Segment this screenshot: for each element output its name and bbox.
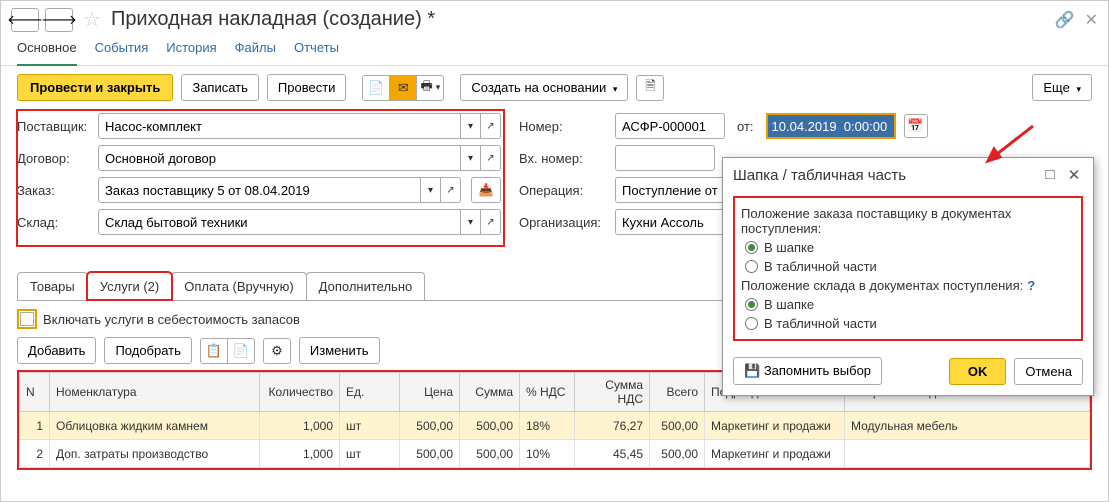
contract-label: Договор: bbox=[17, 151, 92, 166]
col-total[interactable]: Всего bbox=[650, 373, 705, 412]
forward-button[interactable]: 🡒 bbox=[45, 8, 73, 32]
col-qty[interactable]: Количество bbox=[260, 373, 340, 412]
close-icon[interactable]: ✕ bbox=[1085, 10, 1098, 30]
col-vatp[interactable]: % НДС bbox=[520, 373, 575, 412]
attach-icon[interactable]: 📄 bbox=[362, 75, 390, 101]
tab-extra[interactable]: Дополнительно bbox=[306, 272, 426, 300]
col-unit[interactable]: Ед. bbox=[340, 373, 400, 412]
supplier-open-icon[interactable]: ↗ bbox=[481, 113, 501, 139]
settings-icon[interactable]: ⚙ bbox=[263, 338, 291, 364]
tab-payment[interactable]: Оплата (Вручную) bbox=[171, 272, 306, 300]
warehouse-dropdown-icon[interactable]: ▾ bbox=[461, 209, 481, 235]
print-icon[interactable]: 🖶▾ bbox=[416, 75, 444, 101]
back-button[interactable]: 🡐 bbox=[11, 8, 39, 32]
order-label: Заказ: bbox=[17, 183, 92, 198]
order-input[interactable] bbox=[98, 177, 421, 203]
nav-main[interactable]: Основное bbox=[17, 40, 77, 66]
col-n[interactable]: N bbox=[20, 373, 50, 412]
radio-order-header[interactable]: В шапке bbox=[745, 240, 1075, 255]
add-button[interactable]: Добавить bbox=[17, 337, 96, 364]
copy-icon[interactable]: 📋 bbox=[200, 338, 228, 364]
help-icon[interactable]: ? bbox=[1027, 278, 1035, 293]
col-price[interactable]: Цена bbox=[400, 373, 460, 412]
col-nom[interactable]: Номенклатура bbox=[50, 373, 260, 412]
popup-warehouse-position-label: Положение склада в документах поступлени… bbox=[741, 278, 1075, 293]
supplier-input[interactable] bbox=[98, 113, 461, 139]
supplier-label: Поставщик: bbox=[17, 119, 92, 134]
create-based-button[interactable]: Создать на основании ▾ bbox=[460, 74, 628, 101]
extnum-input[interactable] bbox=[615, 145, 715, 171]
radio-warehouse-tabular[interactable]: В табличной части bbox=[745, 316, 1075, 331]
number-input[interactable] bbox=[615, 113, 725, 139]
tab-goods[interactable]: Товары bbox=[17, 272, 88, 300]
include-cost-highlight bbox=[17, 309, 37, 329]
warehouse-input[interactable] bbox=[98, 209, 461, 235]
warehouse-open-icon[interactable]: ↗ bbox=[481, 209, 501, 235]
calendar-icon[interactable]: 📅 bbox=[904, 114, 928, 138]
warehouse-label: Склад: bbox=[17, 215, 92, 230]
col-vats[interactable]: Сумма НДС bbox=[575, 373, 650, 412]
order-fill-icon[interactable]: 📥 bbox=[471, 177, 501, 203]
radio-icon bbox=[745, 317, 758, 330]
supplier-dropdown-icon[interactable]: ▾ bbox=[461, 113, 481, 139]
nav-files[interactable]: Файлы bbox=[235, 40, 276, 55]
tab-services[interactable]: Услуги (2) bbox=[87, 272, 172, 300]
page-title: Приходная накладная (создание) * bbox=[111, 8, 435, 31]
include-cost-checkbox[interactable] bbox=[20, 312, 34, 326]
popup-title: Шапка / табличная часть bbox=[733, 167, 1035, 184]
link-icon[interactable]: 🔗 bbox=[1055, 10, 1075, 30]
nav-history[interactable]: История bbox=[166, 40, 216, 55]
paste-icon[interactable]: 📄 bbox=[227, 338, 255, 364]
cancel-button[interactable]: Отмена bbox=[1014, 358, 1083, 385]
post-and-close-button[interactable]: Провести и закрыть bbox=[17, 74, 173, 101]
post-button[interactable]: Провести bbox=[267, 74, 347, 101]
mail-icon[interactable]: ✉ bbox=[389, 75, 417, 101]
contract-dropdown-icon[interactable]: ▾ bbox=[461, 145, 481, 171]
operation-label: Операция: bbox=[519, 183, 609, 198]
radio-icon bbox=[745, 241, 758, 254]
popup-highlight-box: Положение заказа поставщику в документах… bbox=[733, 196, 1083, 341]
col-sum[interactable]: Сумма bbox=[460, 373, 520, 412]
popup-maximize-icon[interactable]: □ bbox=[1041, 166, 1059, 184]
favorite-icon[interactable]: ☆ bbox=[83, 7, 101, 32]
nav-links: Основное События История Файлы Отчеты bbox=[1, 36, 1108, 66]
nav-events[interactable]: События bbox=[95, 40, 149, 55]
header-tabular-popup: Шапка / табличная часть □ ✕ Положение за… bbox=[722, 157, 1094, 396]
radio-order-tabular[interactable]: В табличной части bbox=[745, 259, 1075, 274]
nav-reports[interactable]: Отчеты bbox=[294, 40, 339, 55]
radio-warehouse-header[interactable]: В шапке bbox=[745, 297, 1075, 312]
popup-order-position-label: Положение заказа поставщику в документах… bbox=[741, 206, 1075, 236]
remember-choice-button[interactable]: 💾 Запомнить выбор bbox=[733, 357, 882, 385]
radio-icon bbox=[745, 298, 758, 311]
contract-open-icon[interactable]: ↗ bbox=[481, 145, 501, 171]
ok-button[interactable]: OK bbox=[949, 358, 1007, 385]
include-cost-label: Включать услуги в себестоимость запасов bbox=[43, 312, 300, 327]
contract-input[interactable] bbox=[98, 145, 461, 171]
order-dropdown-icon[interactable]: ▾ bbox=[421, 177, 441, 203]
date-input[interactable] bbox=[766, 113, 896, 139]
org-label: Организация: bbox=[519, 215, 609, 230]
edit-button[interactable]: Изменить bbox=[299, 337, 380, 364]
extnum-label: Вх. номер: bbox=[519, 151, 609, 166]
order-open-icon[interactable]: ↗ bbox=[441, 177, 461, 203]
popup-close-icon[interactable]: ✕ bbox=[1065, 166, 1083, 184]
more-button[interactable]: Еще ▾ bbox=[1032, 74, 1092, 101]
from-label: от: bbox=[737, 119, 754, 134]
radio-icon bbox=[745, 260, 758, 273]
pick-button[interactable]: Подобрать bbox=[104, 337, 191, 364]
report-icon[interactable]: 🗎 bbox=[636, 75, 664, 101]
number-label: Номер: bbox=[519, 119, 609, 134]
write-button[interactable]: Записать bbox=[181, 74, 259, 101]
table-row[interactable]: 1Облицовка жидким камнем1,000шт500,00500… bbox=[20, 412, 1090, 440]
table-row[interactable]: 2Доп. затраты производство1,000шт500,005… bbox=[20, 440, 1090, 468]
